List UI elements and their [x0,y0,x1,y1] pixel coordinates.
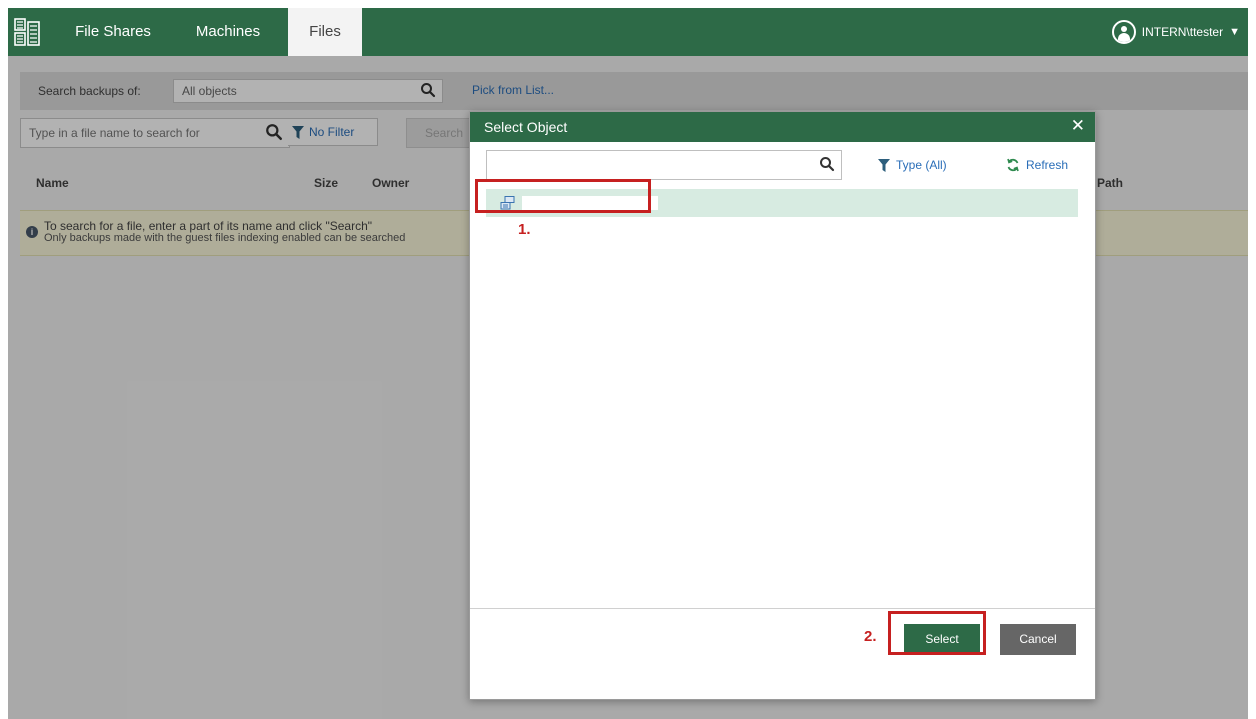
callout-label-step-2: 2. [864,628,877,645]
tab-files[interactable]: Files [288,8,362,56]
refresh-button[interactable]: Refresh [1006,158,1068,172]
dialog-footer-divider [470,608,1095,609]
tab-file-shares[interactable]: File Shares [62,8,164,56]
type-filter-button[interactable]: Type (All) [878,158,947,172]
app-logo-icon [14,18,40,46]
app-window: File Shares Machines Files INTERN\tteste… [8,8,1248,719]
type-filter-label: Type (All) [896,158,947,172]
chevron-down-icon: ▼ [1229,26,1240,38]
user-name: INTERN\ttester [1141,25,1224,39]
search-icon[interactable] [819,156,835,172]
refresh-label: Refresh [1026,158,1069,172]
user-menu[interactable]: INTERN\ttester ▼ [1111,8,1240,56]
close-icon[interactable]: ✕ [1071,112,1085,142]
refresh-icon [1007,158,1019,172]
user-avatar-icon [1111,20,1136,44]
callout-box-step-1 [475,179,651,213]
dialog-title: Select Object [470,112,1095,142]
callout-box-step-2 [888,611,986,655]
top-navigation-bar: File Shares Machines Files INTERN\tteste… [8,8,1248,56]
filter-icon [878,158,890,172]
tab-machines[interactable]: Machines [182,8,274,56]
object-search-input[interactable] [486,150,842,180]
callout-label-step-1: 1. [518,221,531,238]
cancel-button[interactable]: Cancel [1000,624,1076,655]
